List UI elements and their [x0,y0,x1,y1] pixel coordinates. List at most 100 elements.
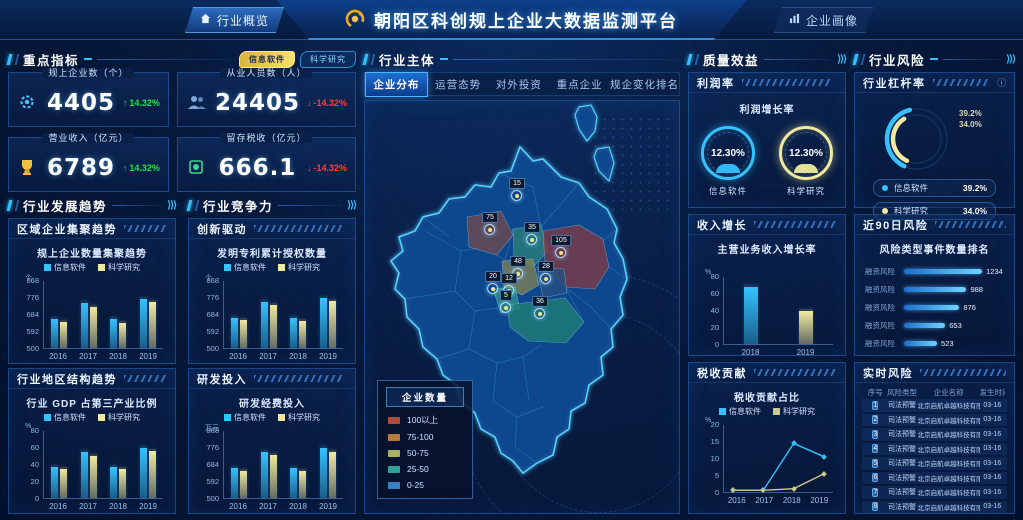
location-pin-icon [534,308,545,319]
chart-title: 主营业务收入增长率 [695,241,839,256]
bar [60,467,67,498]
table-row[interactable]: 3司法预警北京启航卓越科技有限公司03-16 [862,428,1007,441]
risk-rank-row[interactable]: 融资风险653 [865,316,1004,334]
section-dash [930,58,938,60]
bar [329,450,336,498]
table-row[interactable]: 4司法预警北京启航卓越科技有限公司03-16 [862,443,1007,456]
indicator-card[interactable]: 营业收入（亿元）6789↑14.32% [8,137,169,192]
table-row[interactable]: 2司法预警北京启航卓越科技有限公司03-16 [862,414,1007,427]
panel-region-agglomeration: 区域企业集聚趋势 规上企业数量集聚趋势信息软件科学研究个868776684592… [8,218,176,364]
map-marker[interactable]: 75 [482,212,498,235]
map-marker[interactable]: 105 [551,235,571,258]
gauge-label: 信息软件 [709,185,747,197]
y-tick-label: 0 [697,488,719,497]
card-value: 4405 [46,90,116,116]
filter-pill-0[interactable]: 信息软件 [239,51,295,68]
trend-arrow-icon: ↑ [123,163,128,173]
bar-group [81,281,97,348]
nav-enterprise-portrait[interactable]: 企业画像 [774,7,873,33]
more-arrows[interactable]: ⟩⟩⟩ [837,54,846,65]
tab-规企变化排名[interactable]: 规企变化排名 [610,73,679,96]
more-arrows[interactable]: ⟩⟩⟩ [1006,54,1015,65]
x-tick-label: 2018 [109,352,127,361]
table-row[interactable]: 6司法预警北京启航卓越科技有限公司03-16 [862,472,1007,485]
tab-企业分布[interactable]: 企业分布 [365,72,428,97]
section-title: 行业竞争力 [203,196,273,215]
risk-rank-row[interactable]: 融资风险988 [865,280,1004,298]
map-legend-rows: 100以上75-10050-7525-500-25 [378,411,472,498]
bar [261,300,268,348]
table-header-cell: 发生时间 [980,387,1005,398]
map-marker[interactable]: 36 [532,296,548,319]
bar [119,321,126,348]
risk-bar [904,323,945,328]
risk-rank-row[interactable]: 融资风险876 [865,298,1004,316]
nav-industry-overview[interactable]: 行业概览 [185,7,284,33]
x-tick-label: 2019 [319,502,337,511]
map-marker[interactable]: 28 [538,261,554,284]
map-marker[interactable]: 15 [509,178,525,201]
table-row[interactable]: 8司法预警北京启航卓越科技有限公司03-16 [862,501,1007,514]
map-marker[interactable]: 5 [500,290,512,313]
info-icon[interactable]: ⓘ [997,76,1006,89]
company-cell: 北京启航卓越科技有限公司 [918,415,980,425]
bar [231,316,238,348]
bar [261,450,268,498]
section-line [112,205,162,206]
section-deco [7,200,13,211]
legend-item: 科学研究 [98,262,140,272]
header: 朝阳区科创规上企业大数据监测平台 行业概览 企业画像 [0,0,1023,40]
gauge-ring: 12.30% [701,126,755,180]
hatch-deco [124,225,167,232]
table-header-cell: 企业名称 [918,387,980,398]
chart-title: 税收贡献占比 [695,389,839,404]
card-delta: ↓-14.32% [307,98,347,108]
x-tick-label: 2018 [742,348,760,357]
coins-icon [186,157,208,179]
risk-ranking-bars: 融资风险1234融资风险988融资风险876融资风险653融资风险523 [855,258,1014,352]
risk-rank-row[interactable]: 融资风险523 [865,334,1004,352]
table-row[interactable]: 1司法预警北京启航卓越科技有限公司03-16 [862,399,1007,412]
chart-legend: 信息软件科学研究 [195,262,349,272]
indicator-card[interactable]: 留存税收（亿元）666.1↓-14.32% [177,137,356,192]
indicator-card[interactable]: 从业人员数（人）24405↓-14.32% [177,72,356,127]
hatch-deco [254,225,344,232]
tab-运营态势[interactable]: 运营态势 [428,73,489,96]
map-panel[interactable]: 15753510548282012536 企业数量 100以上75-10050-… [364,100,680,514]
risk-rank-row[interactable]: 融资风险1234 [865,262,1004,280]
risk-count: 988 [970,285,983,294]
bar-group [140,281,156,348]
indicator-card[interactable]: 规上企业数（个）4405↑14.32% [8,72,169,127]
legend-item: 科学研究 [98,412,140,422]
location-pin-icon [501,302,512,313]
risk-type-cell: 司法预警 [887,400,918,410]
bar [290,466,297,498]
map-marker[interactable]: 35 [524,222,540,245]
filter-pill-1[interactable]: 科学研究 [300,51,356,68]
leverage-legend-item: 信息软件39.2% [873,179,996,197]
section-deco [853,54,859,65]
section-quality: 质量效益 ⟩⟩⟩ [688,50,846,68]
table-row[interactable]: 5司法预警北京启航卓越科技有限公司03-16 [862,457,1007,470]
legend-swatch [388,482,400,489]
hatch-deco [935,221,1006,228]
legend-label: 100以上 [407,414,438,426]
plot-area [223,431,343,499]
chart-title: 行业 GDP 占第三产业比例 [15,395,169,410]
location-pin-icon [484,224,495,235]
table-row[interactable]: 7司法预警北京启航卓越科技有限公司03-16 [862,486,1007,499]
more-arrows[interactable]: ⟩⟩⟩ [167,200,176,211]
chart-enterprise-agglomeration: 规上企业数量集聚趋势信息软件科学研究个868776684592500201620… [9,239,175,361]
panel-income-growth: 收入增长 主营业务收入增长率%80604020020182019 [688,214,846,356]
bar [290,316,297,348]
panel-title: 利润率 [697,75,735,91]
x-tick-labels: 20182019 [723,346,833,357]
more-arrows[interactable]: ⟩⟩⟩ [347,200,356,211]
time-cell: 03-16 [980,474,1005,481]
map-marker[interactable]: 20 [485,271,501,294]
tab-对外投资[interactable]: 对外投资 [489,73,550,96]
panel-title: 近90日风险 [863,217,928,233]
bar-group [799,277,813,344]
bar [51,317,58,348]
tab-重点企业[interactable]: 重点企业 [549,73,610,96]
